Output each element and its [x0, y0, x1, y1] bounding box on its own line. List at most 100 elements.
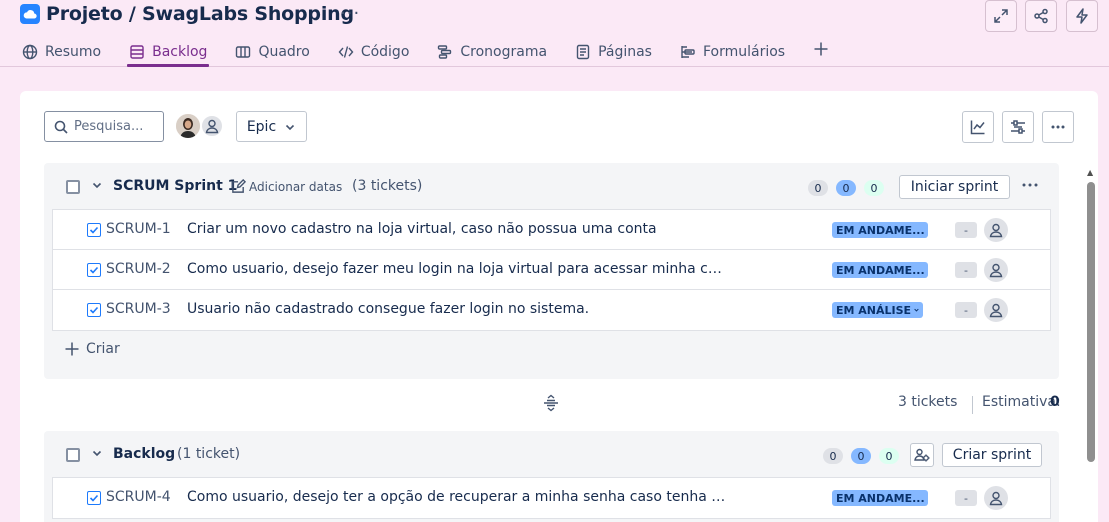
issue-key[interactable]: SCRUM-2	[106, 261, 171, 277]
more-actions-button[interactable]	[1042, 111, 1074, 143]
board-icon	[236, 46, 251, 58]
search-box[interactable]	[44, 111, 164, 142]
add-dates-button[interactable]: Adicionar datas	[231, 179, 342, 194]
project-more-button[interactable]: ···	[340, 3, 360, 24]
search-input[interactable]	[74, 119, 160, 134]
issue-row[interactable]: SCRUM-2 Como usuario, desejo fazer meu l…	[53, 250, 1050, 290]
assignee-avatar[interactable]	[984, 218, 1008, 242]
backlog-status-counts: 0 0 0	[823, 448, 903, 464]
status-badge[interactable]: EM ANDAME...	[832, 490, 928, 506]
tab-quadro[interactable]: Quadro	[233, 38, 311, 66]
sprint-ticket-total: 3 tickets	[898, 394, 958, 410]
chart-icon	[970, 120, 985, 135]
issue-row[interactable]: SCRUM-4 Como usuario, desejo ter a opção…	[53, 478, 1050, 518]
story-points[interactable]: -	[955, 490, 977, 506]
resize-handle[interactable]	[542, 394, 560, 416]
share-button[interactable]	[1025, 0, 1057, 32]
sprint-more-button[interactable]	[1020, 175, 1040, 199]
chevron-down-icon	[286, 124, 295, 130]
backlog-collapse-button[interactable]	[91, 447, 103, 462]
fullscreen-icon	[994, 9, 1008, 23]
scroll-up-arrow[interactable]: ▲	[1087, 168, 1093, 177]
add-tab-button[interactable]	[811, 35, 831, 63]
epic-filter-button[interactable]: Epic	[236, 111, 307, 142]
estimate-value: 0	[1050, 394, 1060, 410]
issue-key[interactable]: SCRUM-3	[106, 301, 171, 317]
tab-codigo[interactable]: Código	[336, 38, 412, 66]
page-title: Projeto / SwagLabs Shopping	[46, 3, 354, 25]
avatar-unassigned[interactable]	[200, 114, 224, 138]
create-issue-button[interactable]: Criar	[64, 341, 120, 357]
chevron-down-icon	[92, 182, 102, 189]
task-type-icon	[87, 303, 101, 317]
backlog-ticket-count: (1 ticket)	[177, 446, 241, 462]
tab-label: Resumo	[45, 44, 102, 60]
story-points[interactable]: -	[955, 302, 977, 318]
tab-label: Código	[360, 44, 410, 60]
scrollbar-thumb[interactable]	[1087, 182, 1095, 462]
issue-summary[interactable]: Criar um novo cadastro na loja virtual, …	[187, 221, 727, 237]
share-icon	[1034, 8, 1048, 24]
start-sprint-button[interactable]: Iniciar sprint	[899, 175, 1010, 199]
story-points[interactable]: -	[955, 262, 977, 278]
sprint-collapse-button[interactable]	[91, 179, 103, 194]
in-progress-count: 0	[836, 180, 856, 196]
tab-label: Backlog	[152, 44, 208, 60]
tab-label: Páginas	[598, 44, 652, 60]
issue-key[interactable]: SCRUM-4	[106, 489, 171, 505]
issue-summary[interactable]: Como usuario, desejo ter a opção de recu…	[187, 489, 727, 505]
todo-count: 0	[808, 180, 828, 196]
task-type-icon	[87, 263, 101, 277]
group-settings-icon	[914, 448, 930, 462]
lightning-icon	[1076, 8, 1088, 24]
done-count: 0	[879, 448, 899, 464]
issue-row[interactable]: SCRUM-1 Criar um novo cadastro na loja v…	[53, 210, 1050, 250]
edit-icon	[232, 179, 246, 193]
issue-key[interactable]: SCRUM-1	[106, 221, 171, 237]
tab-cronograma[interactable]: Cronograma	[435, 38, 549, 66]
issue-summary[interactable]: Como usuario, desejo fazer meu login na …	[187, 261, 727, 277]
assignee-avatar[interactable]	[984, 258, 1008, 282]
automation-button[interactable]	[1066, 0, 1098, 32]
status-badge[interactable]: EM ANDAME...	[832, 262, 928, 278]
avatar[interactable]	[176, 114, 200, 138]
tab-formularios[interactable]: Formulários	[678, 38, 787, 66]
task-type-icon	[87, 223, 101, 237]
issue-summary[interactable]: Usuario não cadastrado consegue fazer lo…	[187, 301, 727, 317]
project-cloud-icon	[20, 4, 40, 24]
tab-label: Cronograma	[460, 44, 548, 60]
assignee-avatar[interactable]	[984, 298, 1008, 322]
estimate-label: Estimativa:	[982, 394, 1061, 410]
backlog-header: Backlog (1 ticket) 0 0 0 Criar sprint	[44, 431, 1059, 477]
user-icon	[989, 223, 1003, 238]
more-icon	[1022, 183, 1038, 187]
view-settings-button[interactable]	[1002, 111, 1034, 143]
backlog-checkbox[interactable]	[66, 448, 80, 462]
list-icon	[130, 45, 144, 59]
tab-paginas[interactable]: Páginas	[573, 38, 654, 66]
tab-label: Formulários	[702, 44, 786, 60]
backlog-name: Backlog	[113, 446, 176, 462]
status-badge[interactable]: EM ANDAME...	[832, 222, 928, 238]
tab-resumo[interactable]: Resumo	[20, 38, 103, 66]
user-icon	[989, 303, 1003, 318]
issue-row[interactable]: SCRUM-3 Usuario não cadastrado consegue …	[53, 290, 1050, 330]
add-dates-label: Adicionar datas	[249, 179, 343, 194]
status-dropdown[interactable]: EM ANÁLISE	[832, 302, 923, 318]
sprint-name: SCRUM Sprint 1	[113, 178, 238, 194]
backlog-settings-button[interactable]	[910, 443, 934, 467]
tab-backlog[interactable]: Backlog	[127, 38, 210, 67]
insights-button[interactable]	[962, 111, 994, 143]
assignee-avatar[interactable]	[984, 486, 1008, 510]
fullscreen-button[interactable]	[985, 0, 1017, 32]
sprint-issue-list: SCRUM-1 Criar um novo cadastro na loja v…	[52, 209, 1051, 331]
user-icon	[989, 263, 1003, 278]
todo-count: 0	[823, 448, 843, 464]
sprint-checkbox[interactable]	[66, 180, 80, 194]
story-points[interactable]: -	[955, 222, 977, 238]
create-sprint-button[interactable]: Criar sprint	[942, 443, 1042, 467]
form-icon	[681, 46, 695, 58]
in-progress-count: 0	[851, 448, 871, 464]
backlog-container: Backlog (1 ticket) 0 0 0 Criar sprint SC…	[44, 431, 1059, 522]
divider	[972, 396, 973, 414]
